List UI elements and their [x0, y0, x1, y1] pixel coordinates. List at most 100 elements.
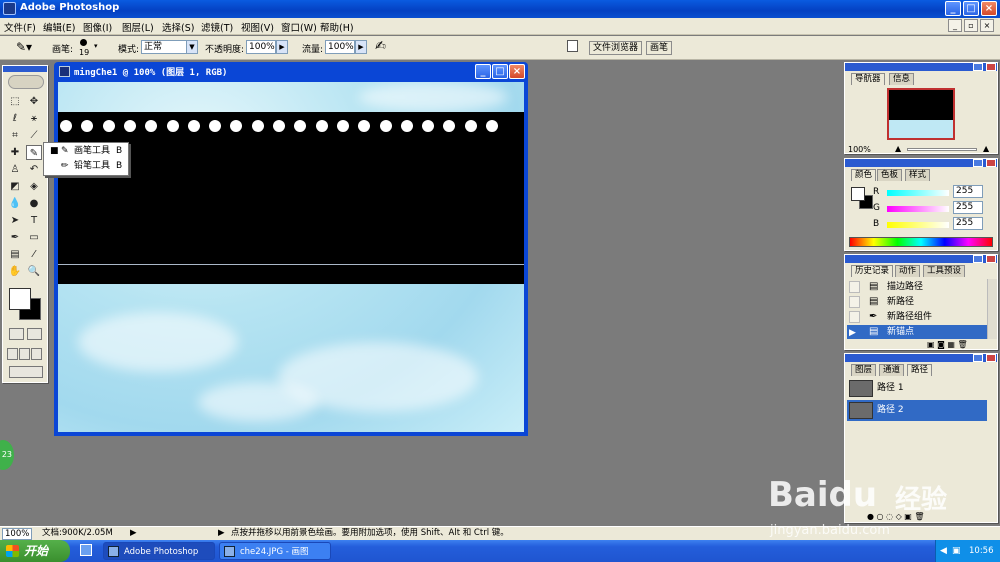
- history-brush-tool-icon[interactable]: ↶: [26, 162, 42, 177]
- menu-layer[interactable]: 图层(L): [122, 20, 154, 34]
- doc-restore-button[interactable]: ▫: [964, 19, 978, 32]
- palette-minimize-icon[interactable]: [973, 159, 983, 167]
- palette-well-icon[interactable]: [567, 40, 578, 52]
- history-footer-icons[interactable]: ▣ ◙ ▦ 🗑: [927, 340, 968, 349]
- menu-help[interactable]: 帮助(H): [320, 20, 354, 34]
- mode-select[interactable]: 正常: [141, 40, 187, 54]
- mode-dropdown-icon[interactable]: ▼: [186, 40, 198, 54]
- brush-picker-arrow-icon[interactable]: ▾: [94, 42, 98, 50]
- tab-styles[interactable]: 样式: [905, 169, 931, 181]
- menu-image[interactable]: 图像(I): [83, 20, 112, 34]
- menu-filter[interactable]: 滤镜(T): [201, 20, 233, 34]
- floating-badge[interactable]: 23: [0, 440, 14, 470]
- eraser-tool-icon[interactable]: ◩: [7, 179, 23, 194]
- tab-color[interactable]: 颜色: [851, 169, 877, 181]
- history-item[interactable]: ✒ 新路径组件: [847, 310, 987, 324]
- palette-close-icon[interactable]: [986, 255, 996, 263]
- status-menu-arrow-icon[interactable]: ▶: [130, 527, 137, 540]
- menu-select[interactable]: 选择(S): [162, 20, 194, 34]
- type-tool-icon[interactable]: T: [26, 213, 42, 228]
- tab-file-browser[interactable]: 文件浏览器: [589, 41, 643, 55]
- clone-stamp-tool-icon[interactable]: ♙: [7, 162, 23, 177]
- close-button[interactable]: ×: [981, 1, 997, 16]
- menu-file[interactable]: 文件(F): [4, 20, 36, 34]
- blur-tool-icon[interactable]: 💧: [7, 196, 23, 211]
- screen-mode-full-menu-icon[interactable]: [19, 348, 30, 360]
- palette-close-icon[interactable]: [986, 63, 996, 71]
- path-row-selected[interactable]: 路径 2: [847, 400, 987, 421]
- hand-tool-icon[interactable]: ✋: [7, 264, 23, 279]
- opacity-slider-arrow-icon[interactable]: ▶: [276, 40, 288, 54]
- maximize-button[interactable]: □: [963, 1, 979, 16]
- paint-bucket-tool-icon[interactable]: ◈: [26, 179, 42, 194]
- tools-palette-titlebar[interactable]: [3, 66, 47, 72]
- opacity-input[interactable]: 100%: [246, 40, 276, 54]
- tab-info[interactable]: 信息: [889, 73, 915, 85]
- doc-window-maximize-button[interactable]: □: [492, 64, 508, 79]
- blue-slider[interactable]: [887, 222, 949, 228]
- brush-tool-icon[interactable]: ✎: [26, 145, 42, 160]
- path-row[interactable]: 路径 1: [847, 378, 987, 399]
- clock[interactable]: 10:56: [969, 540, 994, 562]
- tab-layers[interactable]: 图层: [851, 364, 877, 376]
- green-value-input[interactable]: 255: [953, 201, 983, 214]
- green-slider[interactable]: [887, 206, 949, 212]
- task-photoshop[interactable]: Adobe Photoshop: [103, 542, 215, 560]
- healing-brush-tool-icon[interactable]: ✚: [7, 145, 23, 160]
- rectangle-tool-icon[interactable]: ▭: [26, 230, 42, 245]
- zoom-tool-icon[interactable]: 🔍: [26, 264, 42, 279]
- history-item[interactable]: ▤ 新路径: [847, 295, 987, 309]
- red-value-input[interactable]: 255: [953, 185, 983, 198]
- show-desktop-icon[interactable]: [80, 544, 92, 556]
- history-state-marker-icon[interactable]: ▶: [849, 326, 860, 338]
- menu-edit[interactable]: 编辑(E): [43, 20, 75, 34]
- eyedropper-tool-icon[interactable]: ⁄: [26, 247, 42, 262]
- blue-value-input[interactable]: 255: [953, 217, 983, 230]
- paths-footer-icons[interactable]: ● ○ ◌ ◇ ▣ 🗑: [867, 512, 925, 521]
- pen-tool-icon[interactable]: ✒: [7, 230, 23, 245]
- palette-minimize-icon[interactable]: [973, 255, 983, 263]
- screen-mode-standard-icon[interactable]: [7, 348, 18, 360]
- doc-window-minimize-button[interactable]: _: [475, 64, 491, 79]
- start-button[interactable]: 开始: [0, 540, 70, 562]
- history-snapshot-checkbox[interactable]: [849, 281, 860, 293]
- move-tool-icon[interactable]: ✥: [26, 94, 42, 109]
- color-fg-swatch[interactable]: [851, 187, 865, 201]
- zoom-out-icon[interactable]: ▲: [895, 144, 901, 153]
- standard-mode-icon[interactable]: [9, 328, 24, 340]
- tab-navigator[interactable]: 导航器: [851, 73, 885, 85]
- quick-mask-mode-icon[interactable]: [27, 328, 42, 340]
- brush-tip-icon[interactable]: [80, 39, 87, 46]
- navigator-zoom[interactable]: 100%: [848, 145, 871, 154]
- lasso-tool-icon[interactable]: ℓ: [7, 111, 23, 126]
- dodge-tool-icon[interactable]: ●: [26, 196, 42, 211]
- menu-view[interactable]: 视图(V): [241, 20, 274, 34]
- history-scrollbar[interactable]: [987, 279, 997, 339]
- menu-window[interactable]: 窗口(W): [281, 20, 317, 34]
- tab-history[interactable]: 历史记录: [851, 265, 894, 277]
- foreground-color-swatch[interactable]: [9, 288, 31, 310]
- zoom-in-icon[interactable]: ▲: [983, 144, 989, 153]
- marquee-tool-icon[interactable]: ⬚: [7, 94, 23, 109]
- palette-close-icon[interactable]: [986, 159, 996, 167]
- tab-brushes[interactable]: 画笔: [646, 41, 673, 55]
- brush-tool-preset-icon[interactable]: ✎▾: [16, 40, 32, 54]
- history-item-selected[interactable]: ▶ ▤ 新锚点: [847, 325, 987, 339]
- doc-close-button[interactable]: ×: [980, 19, 994, 32]
- adobe-online-icon[interactable]: [8, 75, 44, 89]
- history-item[interactable]: ▤ 描边路径: [847, 280, 987, 294]
- airbrush-icon[interactable]: ✍: [375, 39, 386, 54]
- doc-minimize-button[interactable]: _: [948, 19, 962, 32]
- palette-minimize-icon[interactable]: [973, 63, 983, 71]
- history-snapshot-checkbox[interactable]: [849, 311, 860, 323]
- screen-mode-full-icon[interactable]: [31, 348, 42, 360]
- tab-swatches[interactable]: 色板: [877, 169, 903, 181]
- tab-actions[interactable]: 动作: [895, 265, 921, 277]
- flyout-item-brush-tool[interactable]: ■ ✎ 画笔工具 B: [44, 144, 128, 159]
- red-slider[interactable]: [887, 190, 949, 196]
- tab-paths[interactable]: 路径: [907, 364, 933, 376]
- image-canvas[interactable]: [58, 82, 524, 432]
- doc-size-info[interactable]: 文档:900K/2.05M: [42, 527, 113, 540]
- tab-channels[interactable]: 通道: [879, 364, 905, 376]
- crop-tool-icon[interactable]: ⌗: [7, 128, 23, 143]
